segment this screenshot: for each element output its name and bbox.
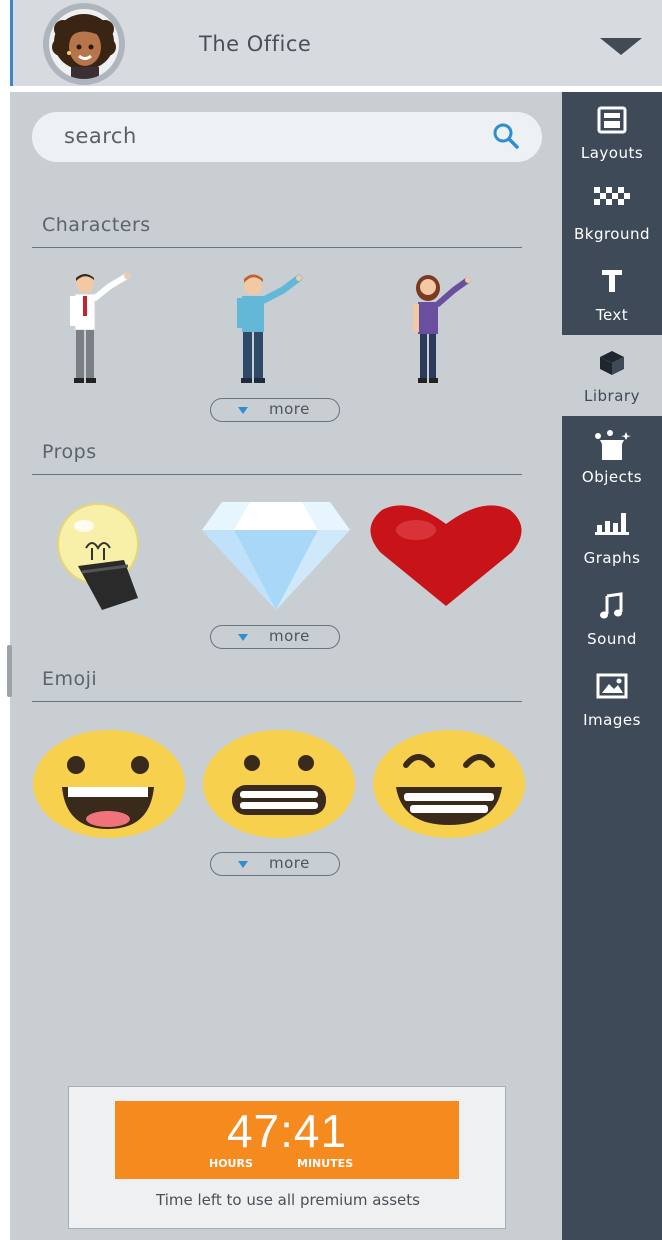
timer-caption: Time left to use all premium assets [156,1191,420,1209]
tab-objects[interactable]: Objects [562,416,662,497]
emoji-laughing[interactable] [32,729,186,839]
emoji-grimacing[interactable] [202,729,356,839]
chevron-down-icon [238,634,248,641]
avatar[interactable] [43,3,125,85]
tab-background[interactable]: Bkground [562,173,662,254]
scene-title: The Office [199,32,312,56]
graphs-icon [595,513,629,535]
more-label: more [269,400,310,418]
objects-icon [595,430,631,460]
tab-label: Library [584,387,640,405]
section-title-characters: Characters [42,214,151,236]
tab-sound[interactable]: Sound [562,578,662,659]
search-input[interactable]: search [32,112,542,162]
more-label: more [269,854,310,872]
timer-display: 47:41 HOURS MINUTES [115,1101,459,1179]
prop-heart[interactable] [368,502,524,608]
divider [32,474,522,475]
search-placeholder: search [64,124,137,148]
timer-minutes-label: MINUTES [297,1157,354,1170]
scene-header[interactable]: The Office [10,0,662,86]
panel-resize-handle[interactable] [7,645,12,697]
tab-label: Graphs [583,549,641,567]
divider [32,247,522,248]
section-title-props: Props [42,441,97,463]
tab-label: Sound [587,630,637,648]
tool-sidebar: Layouts Bkground Text Library Objects Gr… [562,92,662,1240]
prop-lightbulb[interactable] [48,502,166,614]
layouts-icon [597,106,627,134]
chevron-down-icon [238,407,248,414]
more-button-emoji[interactable]: more [210,852,340,876]
timer-hours-label: HOURS [209,1157,253,1170]
left-edge [0,0,10,1240]
tab-text[interactable]: Text [562,254,662,335]
tab-label: Images [583,711,641,729]
library-panel: search Characters more Props more Emoji … [10,92,562,1240]
more-label: more [269,627,310,645]
tab-layouts[interactable]: Layouts [562,92,662,173]
character-woman[interactable] [398,272,478,387]
tab-library[interactable]: Library [562,335,662,416]
more-button-props[interactable]: more [210,625,340,649]
emoji-grinning-squint[interactable] [372,729,526,839]
more-button-characters[interactable]: more [210,398,340,422]
tab-label: Text [595,306,629,324]
images-icon [596,673,628,699]
section-title-emoji: Emoji [42,668,98,690]
divider [32,701,522,702]
chevron-down-icon [238,861,248,868]
dropdown-arrow-icon[interactable] [600,38,642,55]
tab-label: Objects [581,468,643,486]
tab-label: Layouts [580,144,644,162]
prop-diamond[interactable] [200,500,352,612]
character-man-casual[interactable] [223,272,313,387]
tab-graphs[interactable]: Graphs [562,497,662,578]
library-icon [600,351,624,375]
background-icon [594,187,630,209]
premium-timer: 47:41 HOURS MINUTES Time left to use all… [68,1086,506,1229]
text-icon [602,270,622,292]
tab-label: Bkground [573,225,651,243]
search-icon[interactable] [492,122,520,150]
character-man-tie[interactable] [55,272,135,387]
sound-icon [600,592,623,619]
timer-digits: 47:41 [226,1105,348,1157]
tab-images[interactable]: Images [562,659,662,740]
